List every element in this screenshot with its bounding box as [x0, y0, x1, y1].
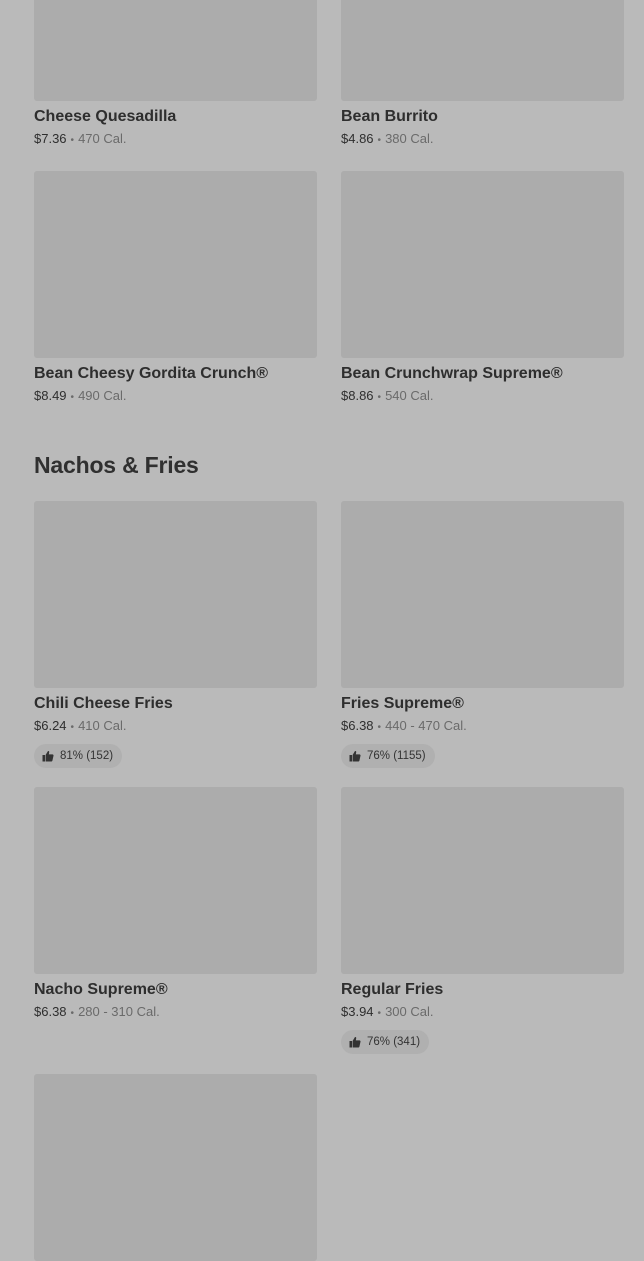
- rating-text: 81% (152): [60, 750, 114, 762]
- item-meta: $3.94 • 300 Cal.: [341, 1003, 624, 1023]
- rating-badge: 76% (341): [341, 1030, 430, 1054]
- item-price: $6.38: [34, 1004, 67, 1019]
- menu-item-card[interactable]: Regular Fries $3.94 • 300 Cal. 76% (341): [341, 787, 624, 1054]
- rating-text: 76% (1155): [367, 750, 426, 762]
- item-name: Bean Cheesy Gordita Crunch®: [34, 365, 269, 382]
- item-calories: 410 Cal.: [78, 718, 127, 733]
- item-calories: 490 Cal.: [78, 388, 127, 403]
- item-image: [341, 171, 624, 358]
- item-image: [34, 0, 317, 101]
- item-name: Bean Burrito: [341, 108, 438, 125]
- menu-item-card[interactable]: Cheese Quesadilla $7.36 • 470 Cal.: [34, 0, 317, 150]
- item-image: [34, 1074, 317, 1261]
- item-price: $3.94: [341, 1004, 374, 1019]
- separator-dot: •: [377, 135, 382, 146]
- item-price: $7.36: [34, 131, 67, 146]
- menu-item-card[interactable]: Bean Burrito $4.86 • 380 Cal.: [341, 0, 624, 150]
- item-price: $6.38: [341, 718, 374, 733]
- item-image: [341, 501, 624, 688]
- section-title: Nachos & Fries: [34, 452, 199, 478]
- separator-dot: •: [70, 135, 75, 146]
- rating-badge: 76% (1155): [341, 744, 435, 768]
- item-meta: $8.49 • 490 Cal.: [34, 387, 317, 407]
- separator-dot: •: [70, 1008, 75, 1019]
- item-name: Nacho Supreme®: [34, 981, 168, 998]
- rating-badge: 81% (152): [34, 744, 123, 768]
- item-image: [341, 0, 624, 101]
- item-name: Fries Supreme®: [341, 695, 464, 712]
- separator-dot: •: [377, 392, 382, 403]
- item-calories: 440 - 470 Cal.: [385, 718, 467, 733]
- item-meta: $7.36 • 470 Cal.: [34, 130, 317, 150]
- item-meta: $6.24 • 410 Cal.: [34, 717, 317, 737]
- item-image: [34, 501, 317, 688]
- menu-item-card[interactable]: Nacho Supreme® $6.38 • 280 - 310 Cal.: [34, 787, 317, 1023]
- menu-item-card[interactable]: Chili Cheese Fries $6.24 • 410 Cal. 81% (1…: [34, 501, 317, 768]
- item-price: $8.49: [34, 388, 67, 403]
- separator-dot: •: [70, 392, 75, 403]
- item-calories: 280 - 310 Cal.: [78, 1004, 160, 1019]
- thumbs-up-icon: [349, 750, 361, 762]
- item-name: Bean Crunchwrap Supreme®: [341, 365, 563, 382]
- item-name: Chili Cheese Fries: [34, 695, 173, 712]
- menu-item-card[interactable]: Bean Cheesy Gordita Crunch® $8.49 • 490 Ca…: [34, 171, 317, 407]
- item-meta: $8.86 • 540 Cal.: [341, 387, 624, 407]
- separator-dot: •: [70, 722, 75, 733]
- item-image: [34, 787, 317, 974]
- separator-dot: •: [377, 1008, 382, 1019]
- item-meta: $4.86 • 380 Cal.: [341, 130, 624, 150]
- menu-item-card[interactable]: Fries Supreme® $6.38 • 440 - 470 Cal. 76% …: [341, 501, 624, 768]
- thumbs-up-icon: [42, 750, 54, 762]
- item-price: $4.86: [341, 131, 374, 146]
- rating-text: 76% (341): [367, 1036, 421, 1048]
- separator-dot: •: [377, 722, 382, 733]
- item-image: [341, 787, 624, 974]
- item-price: $6.24: [34, 718, 67, 733]
- item-price: $8.86: [341, 388, 374, 403]
- item-calories: 540 Cal.: [385, 388, 434, 403]
- item-calories: 300 Cal.: [385, 1004, 434, 1019]
- item-name: Cheese Quesadilla: [34, 108, 177, 125]
- item-name: Regular Fries: [341, 981, 444, 998]
- menu-item-card[interactable]: Bean Crunchwrap Supreme® $8.86 • 540 Cal.: [341, 171, 624, 407]
- thumbs-up-icon: [349, 1036, 361, 1048]
- item-meta: $6.38 • 440 - 470 Cal.: [341, 717, 624, 737]
- item-calories: 380 Cal.: [385, 131, 434, 146]
- menu-item-card[interactable]: [34, 1074, 317, 1261]
- item-calories: 470 Cal.: [78, 131, 127, 146]
- item-image: [34, 171, 317, 358]
- item-meta: $6.38 • 280 - 310 Cal.: [34, 1003, 317, 1023]
